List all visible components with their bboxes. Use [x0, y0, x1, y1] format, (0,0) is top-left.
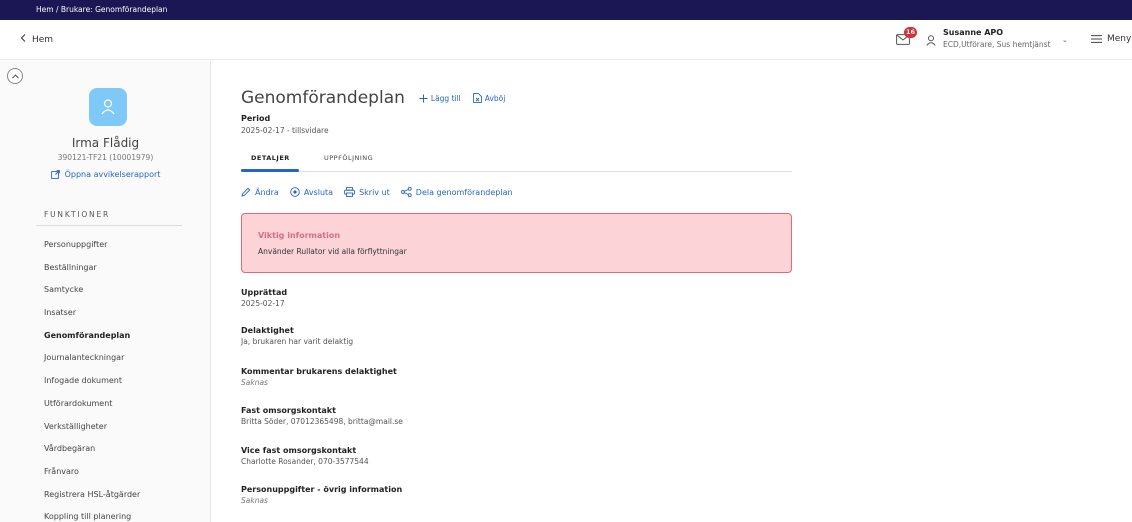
page-title: Genomförandeplan — [241, 88, 405, 108]
field-value: 2025-02-17 — [241, 299, 285, 308]
tab-uppfoljning[interactable]: UPPFÖLJNING — [324, 154, 373, 162]
reject-button[interactable]: Avböj — [472, 93, 506, 103]
field-upprattad: Upprättad 2025-02-17 — [241, 288, 287, 308]
menu-label: Meny — [1107, 34, 1132, 44]
field-value: Saknas — [241, 496, 268, 505]
open-deviation-report-link[interactable]: Öppna avvikelserapport — [0, 170, 211, 179]
report-link-label: Öppna avvikelserapport — [64, 170, 161, 179]
field-vice-fast-omsorgskontakt: Vice fast omsorgskontakt Charlotte Rosan… — [241, 446, 369, 466]
important-info-alert: Viktig information Använder Rullator vid… — [241, 213, 792, 273]
finish-label: Avsluta — [303, 187, 334, 197]
print-label: Skriv ut — [359, 187, 390, 197]
chevron-up-icon — [11, 73, 19, 79]
tab-detaljer[interactable]: DETALJER — [251, 154, 290, 162]
sidebar-item-bestallningar[interactable]: Beställningar — [44, 257, 140, 280]
field-value: Britta Söder, 07012365498, britta@mail.s… — [241, 417, 403, 426]
sidebar-item-personuppgifter[interactable]: Personuppgifter — [44, 234, 140, 257]
functions-divider — [36, 225, 182, 226]
sidebar-item-samtycke[interactable]: Samtycke — [44, 279, 140, 302]
tab-bar: DETALJER UPPFÖLJNING — [241, 151, 792, 172]
field-kommentar-delaktighet: Kommentar brukarens delaktighet Saknas — [241, 367, 397, 387]
sidebar-item-infogade-dokument[interactable]: Infogade dokument — [44, 370, 140, 393]
sidebar-item-journalanteckningar[interactable]: Journalanteckningar — [44, 347, 140, 370]
menu-button[interactable]: Meny — [1091, 34, 1131, 44]
sidebar-item-genomforandeplan[interactable]: Genomförandeplan — [44, 325, 140, 348]
action-bar: Ändra Avsluta Skriv ut Dela genomförande… — [241, 187, 513, 197]
sidebar-item-vardbegaran[interactable]: Vårdbegäran — [44, 438, 140, 461]
period-value: 2025-02-17 - tillsvidare — [241, 126, 329, 135]
sidebar-item-franvaro[interactable]: Frånvaro — [44, 461, 140, 484]
mail-count-badge: 16 — [904, 27, 918, 38]
collapse-sidebar-button[interactable] — [7, 68, 23, 84]
app-header: Hem 16 Susanne APO ECD,Utförare, Sus hem… — [0, 20, 1132, 60]
add-label: Lägg till — [430, 93, 461, 103]
sidebar-item-utforardokument[interactable]: Utförardokument — [44, 393, 140, 416]
external-link-icon — [50, 170, 60, 179]
field-value: Charlotte Rosander, 070-3577544 — [241, 457, 369, 466]
alert-text: Använder Rullator vid alla förflyttninga… — [258, 247, 407, 256]
print-button[interactable]: Skriv ut — [344, 187, 390, 197]
edit-button[interactable]: Ändra — [241, 187, 279, 197]
plus-icon — [419, 94, 428, 102]
field-value: Saknas — [241, 378, 268, 387]
user-name: Susanne APO — [943, 28, 1004, 37]
person-icon — [101, 99, 115, 115]
document-decline-icon — [472, 93, 482, 103]
main-content: Genomförandeplan Lägg till Avböj Period … — [212, 61, 1132, 522]
share-icon — [400, 187, 412, 197]
back-label: Hem — [32, 34, 54, 45]
edit-label: Ändra — [255, 187, 279, 197]
title-row: Genomförandeplan Lägg till Avböj — [241, 88, 505, 108]
functions-heading: FUNKTIONER — [44, 210, 111, 219]
finish-button[interactable]: Avsluta — [290, 187, 333, 197]
stop-circle-icon — [290, 187, 300, 197]
patient-name: Irma Flådig — [71, 136, 140, 150]
chevron-down-icon: ⌄ — [1062, 36, 1068, 44]
field-label: Delaktighet — [241, 326, 294, 335]
field-delaktighet: Delaktighet Ja, brukaren har varit delak… — [241, 326, 353, 346]
share-plan-button[interactable]: Dela genomförandeplan — [400, 187, 513, 197]
field-label: Personuppgifter - övrig information — [241, 485, 403, 494]
messages-button[interactable]: 16 — [896, 27, 918, 48]
alert-title: Viktig information — [258, 231, 341, 240]
patient-id: 390121-TF21 (10001979) — [57, 153, 154, 162]
user-role: ECD,Utförare, Sus hemtjänst — [943, 40, 1051, 49]
add-button[interactable]: Lägg till — [419, 94, 461, 103]
field-label: Fast omsorgskontakt — [241, 406, 336, 415]
share-label: Dela genomförandeplan — [415, 187, 513, 197]
hamburger-icon — [1091, 35, 1102, 43]
field-fast-omsorgskontakt: Fast omsorgskontakt Britta Söder, 070123… — [241, 406, 403, 426]
sidebar: Irma Flådig 390121-TF21 (10001979) Öppna… — [0, 61, 211, 522]
field-label: Upprättad — [241, 288, 288, 297]
sidebar-nav: Personuppgifter Beställningar Samtycke I… — [44, 234, 140, 522]
user-menu[interactable]: Susanne APO ECD,Utförare, Sus hemtjänst … — [926, 28, 1076, 54]
field-personuppgifter-ovrig: Personuppgifter - övrig information Sakn… — [241, 485, 402, 505]
sidebar-item-verkstalligheter[interactable]: Verkställigheter — [44, 416, 140, 439]
user-icon — [926, 35, 936, 46]
patient-avatar — [89, 88, 127, 126]
field-label: Kommentar brukarens delaktighet — [241, 367, 397, 376]
printer-icon — [344, 187, 355, 197]
period-label: Period — [241, 114, 271, 123]
sidebar-item-koppling-planering[interactable]: Koppling till planering — [44, 506, 140, 522]
sidebar-item-registrera-hsl[interactable]: Registrera HSL-åtgärder — [44, 484, 140, 507]
reject-label: Avböj — [484, 93, 506, 103]
breadcrumb: Hem / Brukare: Genomförandeplan — [36, 5, 168, 14]
active-tab-indicator — [241, 169, 299, 172]
field-label: Vice fast omsorgskontakt — [241, 446, 357, 455]
pencil-icon — [241, 187, 251, 197]
chevron-left-icon — [20, 34, 26, 45]
top-breadcrumb-bar: Hem / Brukare: Genomförandeplan — [0, 0, 1132, 20]
back-button[interactable]: Hem — [20, 34, 53, 45]
sidebar-item-insatser[interactable]: Insatser — [44, 302, 140, 325]
field-value: Ja, brukaren har varit delaktig — [241, 337, 354, 346]
